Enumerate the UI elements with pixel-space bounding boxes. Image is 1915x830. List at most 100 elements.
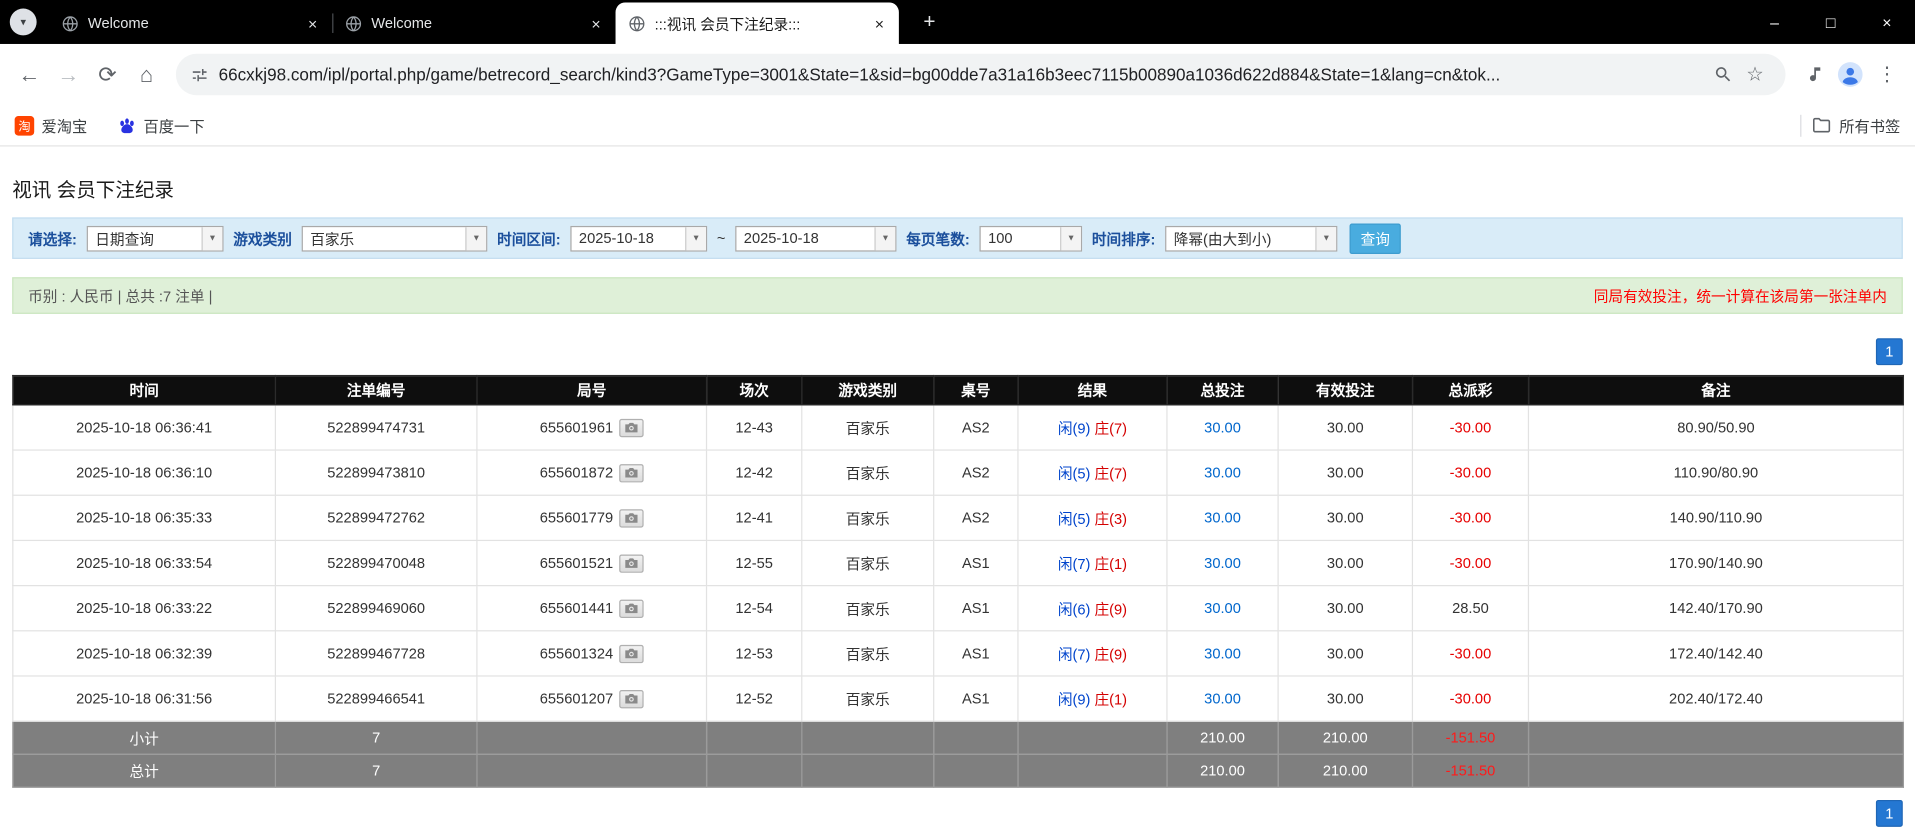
round-number: 655601441 [540, 600, 613, 617]
page-title: 视讯 会员下注纪录 [12, 173, 1903, 202]
cell-time: 2025-10-18 06:31:56 [13, 676, 276, 721]
all-bookmarks-button[interactable]: 所有书签 [1811, 114, 1900, 137]
result-player: 闲(7) [1058, 555, 1091, 572]
tab-close-icon[interactable]: × [870, 13, 890, 33]
date-from-select[interactable]: 2025-10-18 ▼ [570, 225, 707, 251]
cell-session: 12-55 [707, 540, 802, 585]
window-minimize-button[interactable]: – [1746, 0, 1802, 44]
chevron-down-icon: ▾ [20, 15, 26, 28]
home-icon[interactable]: ⌂ [127, 55, 166, 94]
select-mode-label: 请选择: [28, 228, 77, 249]
pagination-page-button[interactable]: 1 [1876, 338, 1903, 365]
total-bet-link[interactable]: 30.00 [1204, 419, 1241, 436]
pagination-page-button[interactable]: 1 [1876, 800, 1903, 827]
taobao-icon: 淘 [15, 115, 35, 135]
video-replay-icon[interactable] [619, 599, 643, 617]
page-size-value: 100 [981, 227, 1060, 250]
currency-summary-text: 币别 : 人民币 | 总共 :7 注单 | [28, 285, 212, 306]
zoom-icon[interactable] [1707, 59, 1739, 91]
menu-dots-icon[interactable]: ⋮ [1869, 56, 1906, 93]
video-replay-icon[interactable] [619, 644, 643, 662]
table-row: 2025-10-18 06:36:41 522899474731 6556019… [13, 405, 1904, 450]
bookmarks-right: 所有书签 [1800, 114, 1900, 137]
new-tab-button[interactable]: + [916, 9, 943, 36]
round-number: 655601521 [540, 554, 613, 571]
date-to-select[interactable]: 2025-10-18 ▼ [735, 225, 896, 251]
cell-table-no: AS2 [934, 450, 1018, 495]
chevron-down-icon: ▼ [1315, 227, 1336, 250]
forward-icon[interactable]: → [49, 55, 88, 94]
browser-window: ▾ Welcome × [0, 0, 1915, 830]
total-bet-link[interactable]: 30.00 [1204, 690, 1241, 707]
cell-bet-id: 522899467728 [275, 631, 477, 676]
media-controls-icon[interactable] [1795, 56, 1832, 93]
bookmark-label: 爱淘宝 [42, 114, 88, 137]
cell-table-no: AS1 [934, 676, 1018, 721]
cell-total-bet: 30.00 [1167, 540, 1278, 585]
browser-tab[interactable]: :::视讯 会员下注纪录::: × [616, 2, 899, 44]
cell-table-no: AS2 [934, 495, 1018, 540]
cell-round: 655601779 [477, 495, 707, 540]
cell-result: 闲(9) 庄(1) [1018, 676, 1167, 721]
round-number: 655601961 [540, 419, 613, 436]
video-replay-icon[interactable] [619, 554, 643, 572]
column-header: 场次 [707, 376, 802, 405]
page-content: 视讯 会员下注纪录 请选择: 日期查询 ▼ 游戏类别 百家乐 ▼ 时间区间: 2… [0, 147, 1915, 830]
cell-valid-bet: 30.00 [1278, 405, 1412, 450]
profile-avatar-icon[interactable] [1832, 56, 1869, 93]
window-close-button[interactable]: × [1859, 0, 1915, 44]
cell-note: 202.40/172.40 [1528, 676, 1903, 721]
round-number: 655601779 [540, 509, 613, 526]
cell-time: 2025-10-18 06:35:33 [13, 495, 276, 540]
video-replay-icon[interactable] [619, 689, 643, 707]
window-controls: – □ × [1746, 0, 1915, 44]
cell-bet-id: 522899466541 [275, 676, 477, 721]
total-bet-link[interactable]: 30.00 [1204, 509, 1241, 526]
total-bet-link[interactable]: 30.00 [1204, 645, 1241, 662]
cell-game-type: 百家乐 [802, 676, 934, 721]
video-replay-icon[interactable] [619, 463, 643, 481]
page-size-label: 每页笔数: [906, 228, 970, 249]
browser-tab[interactable]: Welcome × [49, 2, 332, 44]
query-mode-select[interactable]: 日期查询 ▼ [87, 225, 224, 251]
total-total-bet: 210.00 [1167, 754, 1278, 787]
video-replay-icon[interactable] [619, 509, 643, 527]
bookmarks-bar: 淘 爱淘宝 百度一下 所有书签 [0, 105, 1915, 147]
game-type-value: 百家乐 [303, 227, 465, 250]
total-bet-link[interactable]: 30.00 [1204, 464, 1241, 481]
back-icon[interactable]: ← [10, 55, 49, 94]
site-info-icon[interactable] [191, 65, 209, 83]
tab-search-button[interactable]: ▾ [10, 9, 37, 36]
table-header-row: 时间 注单编号 局号 场次 游戏类别 桌号 结果 总投注 [13, 376, 1904, 405]
total-bet-link[interactable]: 30.00 [1204, 554, 1241, 571]
range-separator: ~ [717, 230, 726, 247]
cell-round: 655601521 [477, 540, 707, 585]
address-bar[interactable]: 66cxkj98.com/ipl/portal.php/game/betreco… [176, 54, 1786, 96]
bookmark-taobao[interactable]: 淘 爱淘宝 [15, 114, 88, 137]
game-type-select[interactable]: 百家乐 ▼ [302, 225, 488, 251]
total-valid-bet: 210.00 [1278, 754, 1412, 787]
tab-close-icon[interactable]: × [586, 13, 606, 33]
tab-close-icon[interactable]: × [303, 13, 323, 33]
search-button[interactable]: 查询 [1350, 223, 1401, 254]
cell-bet-id: 522899474731 [275, 405, 477, 450]
cell-round: 655601441 [477, 586, 707, 631]
globe-icon [61, 14, 79, 32]
sort-order-select[interactable]: 降幂(由大到小) ▼ [1165, 225, 1337, 251]
reload-icon[interactable]: ⟳ [88, 55, 127, 94]
cell-result: 闲(5) 庄(3) [1018, 495, 1167, 540]
cell-session: 12-41 [707, 495, 802, 540]
page-size-select[interactable]: 100 ▼ [980, 225, 1083, 251]
cell-round: 655601961 [477, 405, 707, 450]
video-replay-icon[interactable] [619, 418, 643, 436]
bookmark-star-icon[interactable]: ☆ [1739, 59, 1771, 91]
browser-tab[interactable]: Welcome × [332, 2, 615, 44]
cell-note: 80.90/50.90 [1528, 405, 1903, 450]
bet-records-table: 时间 注单编号 局号 场次 游戏类别 桌号 结果 总投注 [12, 375, 1904, 788]
cell-round: 655601872 [477, 450, 707, 495]
bookmark-baidu[interactable]: 百度一下 [117, 114, 205, 137]
total-bet-link[interactable]: 30.00 [1204, 600, 1241, 617]
window-maximize-button[interactable]: □ [1803, 0, 1859, 44]
cell-result: 闲(9) 庄(7) [1018, 405, 1167, 450]
date-from-value: 2025-10-18 [572, 227, 686, 250]
